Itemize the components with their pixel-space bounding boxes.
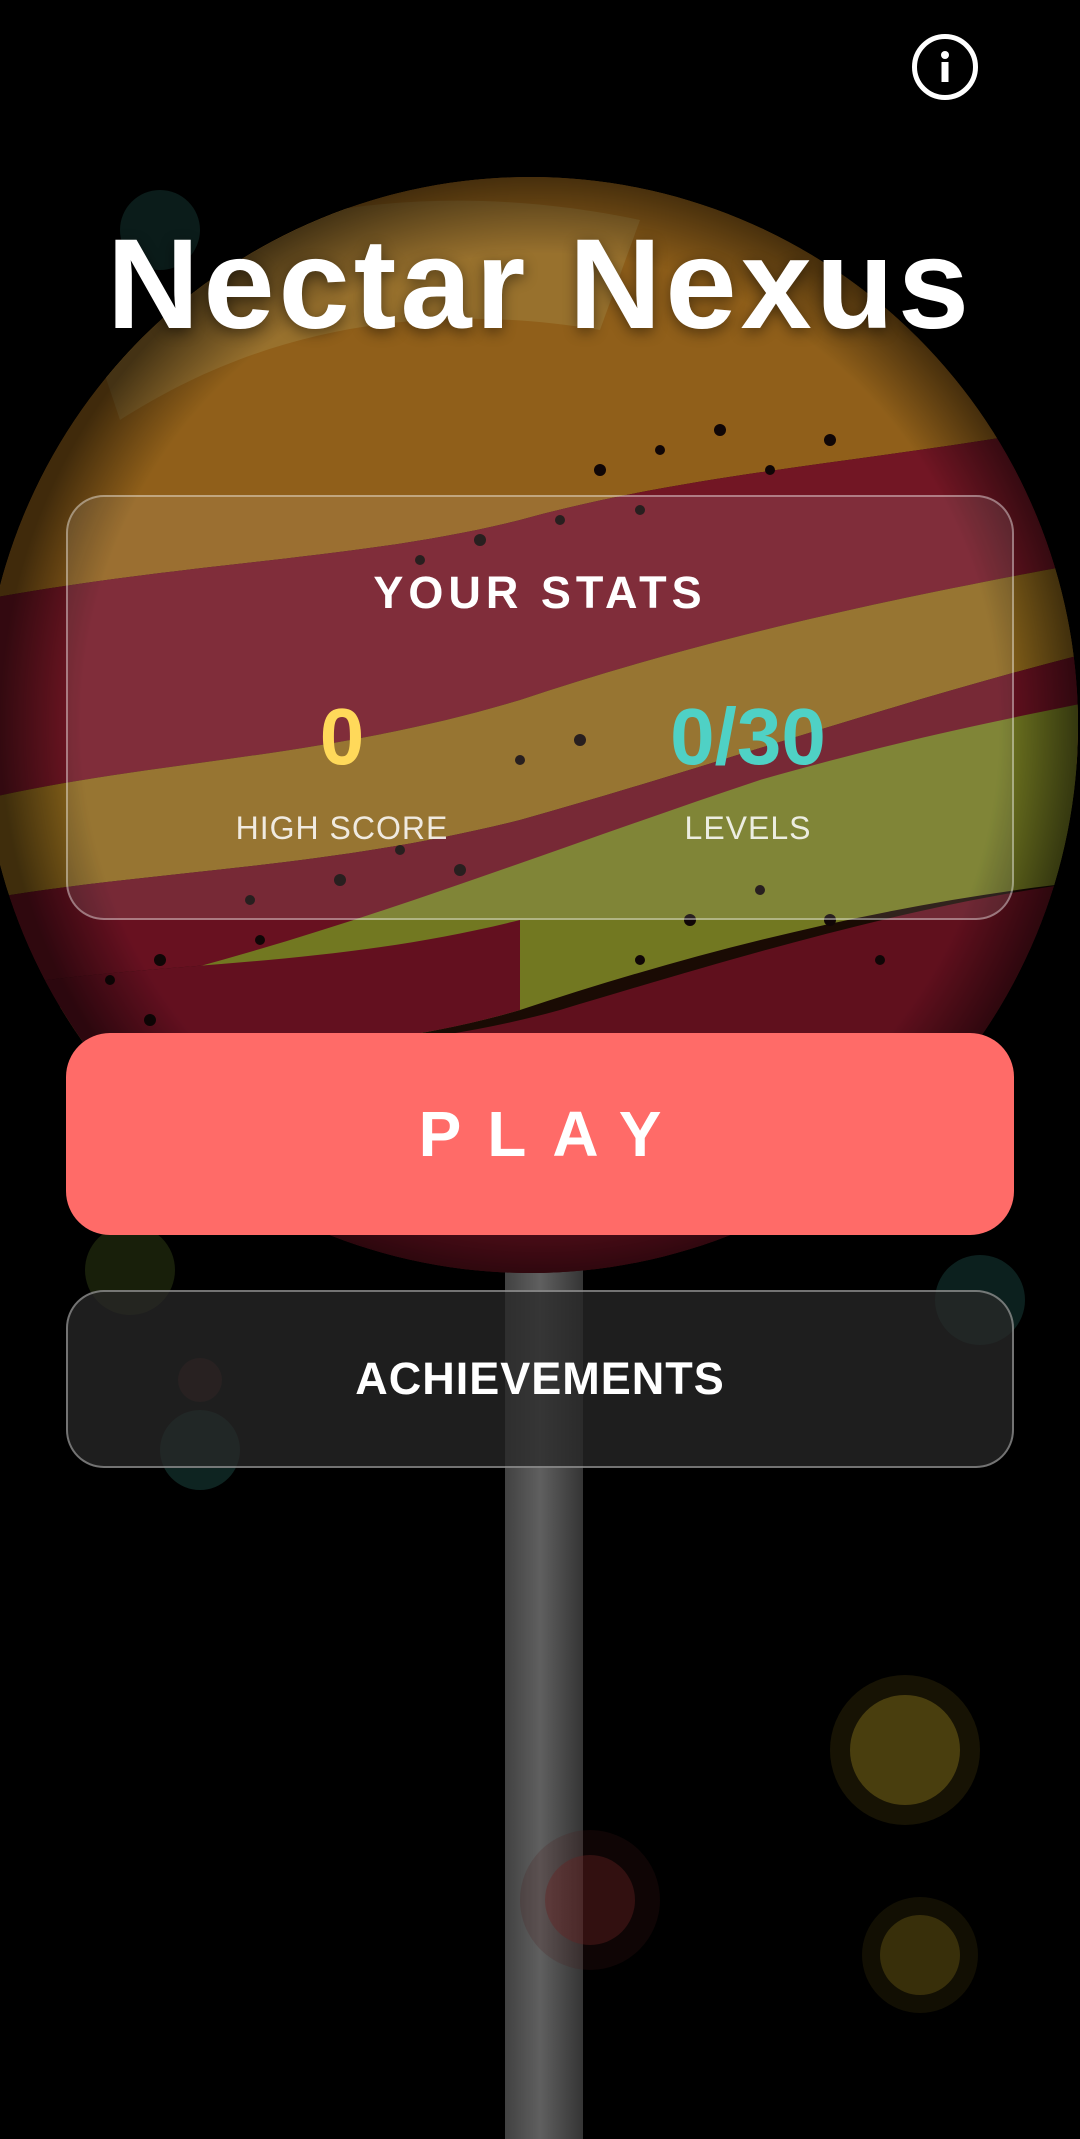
achievements-button[interactable]: ACHIEVEMENTS (66, 1290, 1014, 1468)
levels-value: 0/30 (670, 692, 826, 781)
info-button[interactable] (912, 34, 978, 100)
levels-label: LEVELS (684, 810, 812, 846)
high-score-value: 0 (319, 692, 365, 781)
stats-heading: YOUR STATS (373, 567, 707, 618)
info-icon (941, 51, 949, 82)
home-screen: Nectar Nexus YOUR STATS 0 HIGH SCORE 0/3… (0, 0, 1080, 2139)
levels-stat: 0/30 LEVELS (558, 692, 938, 847)
high-score-stat: 0 HIGH SCORE (152, 692, 532, 847)
stats-card: YOUR STATS 0 HIGH SCORE 0/30 LEVELS (66, 495, 1014, 920)
game-title: Nectar Nexus (106, 213, 974, 356)
play-button[interactable]: PLAY (66, 1033, 1014, 1235)
high-score-label: HIGH SCORE (235, 810, 449, 846)
